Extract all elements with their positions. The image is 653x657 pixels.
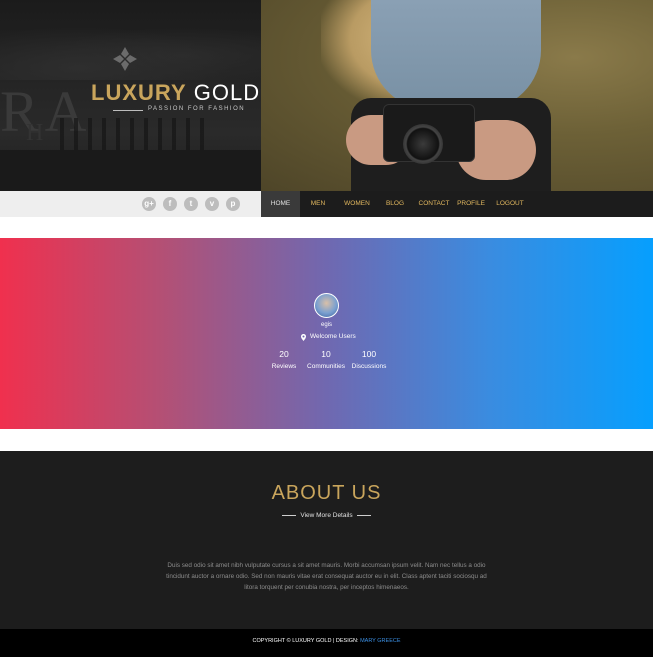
nav-home[interactable]: HOME [261, 191, 300, 217]
logo-text-white: GOLD [193, 80, 261, 105]
designer-link[interactable]: MARY GREECE [360, 638, 400, 644]
social-bar: g+ f t v p [0, 191, 261, 217]
about-link-row: View More Details [0, 512, 653, 519]
nav-profile[interactable]: PROFILE [455, 191, 487, 217]
google-plus-icon[interactable]: g+ [142, 197, 156, 211]
twitter-icon[interactable]: t [184, 197, 198, 211]
discussions-count: 100 [361, 349, 377, 359]
facebook-icon[interactable]: f [163, 197, 177, 211]
hero-camera-photo [261, 0, 653, 191]
site-header: RA H LUXURY GOLD PASSION FOR FASHION g+ [0, 0, 653, 217]
nav-men[interactable]: MEN [305, 191, 331, 217]
map-pin-icon [301, 334, 306, 341]
site-footer: COPYRIGHT © LUXURY GOLD | DESIGN: MARY G… [0, 629, 653, 657]
tagline: PASSION FOR FASHION [148, 106, 246, 112]
main-nav: HOME MEN WOMEN BLOG CONTACT PROFILE LOGO… [261, 191, 653, 217]
nav-logout[interactable]: LOGOUT [493, 191, 527, 217]
about-body: Duis sed odio sit amet nibh vulputate cu… [166, 562, 487, 591]
avatar[interactable] [314, 293, 339, 318]
about-title: ABOUT US [271, 482, 382, 504]
background-sign-text-2: H [26, 120, 56, 146]
footer-copyright: COPYRIGHT © LUXURY GOLD | DESIGN: MARY G… [0, 638, 653, 644]
view-more-link[interactable]: View More Details [300, 512, 352, 519]
nav-women[interactable]: WOMEN [339, 191, 375, 217]
vimeo-icon[interactable]: v [205, 197, 219, 211]
profile-banner: egis Welcome Users 20 Reviews 10 Communi… [0, 238, 653, 429]
discussions-label[interactable]: Discussions [344, 363, 394, 370]
nav-contact[interactable]: CONTACT [416, 191, 452, 217]
copyright-text: COPYRIGHT © LUXURY GOLD | DESIGN: [252, 638, 359, 644]
nav-blog[interactable]: BLOG [382, 191, 408, 217]
tagline-rule [113, 110, 143, 111]
username: egis [320, 322, 332, 328]
hero-left-image: RA H LUXURY GOLD PASSION FOR FASHION [0, 0, 261, 191]
reviews-count: 20 [279, 349, 289, 359]
logo-text-gold: LUXURY [91, 80, 187, 105]
pinterest-icon[interactable]: p [226, 197, 240, 211]
welcome-text: Welcome Users [310, 333, 356, 340]
site-logo[interactable]: LUXURY GOLD [91, 80, 260, 106]
about-section: ABOUT US View More Details Duis sed odio… [0, 451, 653, 629]
logo-flower-icon [113, 47, 137, 71]
communities-count: 10 [321, 349, 331, 359]
